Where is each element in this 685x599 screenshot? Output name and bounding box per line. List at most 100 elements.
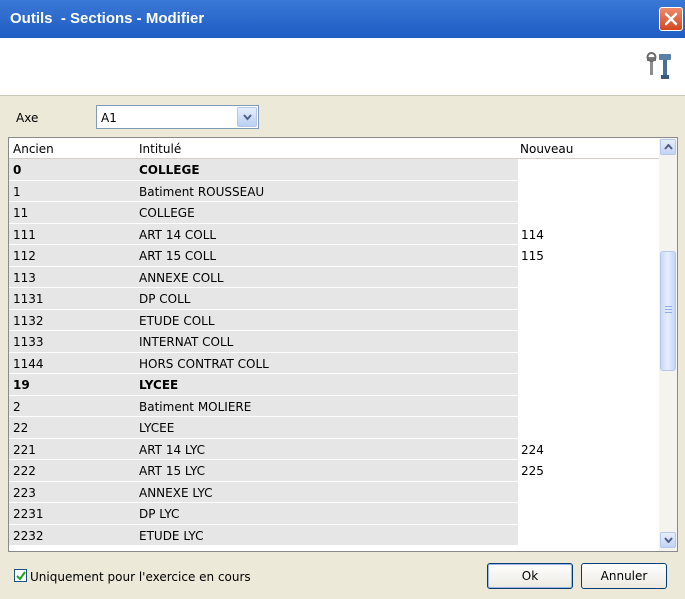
scroll-up-button[interactable] (660, 139, 676, 155)
table-row[interactable]: 1144 HORS CONTRAT COLL (9, 352, 659, 374)
table-row[interactable]: 112 ART 15 COLL 115 (9, 245, 659, 267)
cell-nouveau[interactable] (517, 180, 659, 201)
table-row[interactable]: 0 COLLEGE (9, 159, 659, 181)
table-row[interactable]: 223 ANNEXE LYC (9, 481, 659, 503)
cell-ancien: 2232 (9, 524, 137, 545)
toolbar (0, 38, 685, 96)
cell-nouveau[interactable] (517, 524, 659, 545)
cell-ancien: 113 (9, 266, 137, 287)
cell-nouveau[interactable] (517, 374, 659, 395)
scroll-grip (665, 306, 672, 307)
cell-intitule: LYCEE (137, 374, 517, 395)
table-row[interactable]: 1 Batiment ROUSSEAU (9, 180, 659, 202)
table-row[interactable]: 22 LYCEE (9, 417, 659, 439)
cell-nouveau[interactable] (517, 503, 659, 524)
table-row[interactable]: 1133 INTERNAT COLL (9, 331, 659, 353)
cell-intitule: ETUDE LYC (137, 524, 517, 545)
axe-select-value: A1 (101, 111, 117, 125)
cell-intitule: COLLEGE (137, 159, 517, 180)
cell-nouveau[interactable] (517, 202, 659, 223)
cell-intitule: ANNEXE LYC (137, 481, 517, 502)
chevron-up-icon (664, 144, 673, 150)
axe-label: Axe (16, 111, 39, 125)
table-row[interactable]: 2231 DP LYC (9, 503, 659, 525)
table-row[interactable]: 111 ART 14 COLL 114 (9, 223, 659, 245)
cell-ancien: 1 (9, 180, 137, 201)
cell-nouveau[interactable] (517, 352, 659, 373)
cell-nouveau[interactable]: 225 (517, 460, 659, 481)
table-row[interactable]: 221 ART 14 LYC 224 (9, 438, 659, 460)
grid-header: Ancien Intitulé Nouveau (9, 138, 659, 159)
cell-intitule: HORS CONTRAT COLL (137, 352, 517, 373)
header-ancien[interactable]: Ancien (13, 142, 54, 156)
cell-nouveau[interactable] (517, 417, 659, 438)
cell-intitule: COLLEGE (137, 202, 517, 223)
cell-nouveau[interactable]: 224 (517, 438, 659, 459)
scroll-grip (665, 309, 672, 310)
sections-grid: Ancien Intitulé Nouveau 0 COLLEGE 1 Batimen… (8, 137, 678, 552)
cell-ancien: 221 (9, 438, 137, 459)
table-row[interactable]: 2 Batiment MOLIERE (9, 395, 659, 417)
cell-ancien: 1144 (9, 352, 137, 373)
cell-ancien: 1131 (9, 288, 137, 309)
cancel-button[interactable]: Annuler (581, 563, 667, 589)
scroll-down-button[interactable] (660, 532, 676, 548)
axe-dropdown-button[interactable] (237, 107, 257, 127)
cell-nouveau[interactable] (517, 309, 659, 330)
cell-ancien: 2231 (9, 503, 137, 524)
cell-intitule: ART 14 COLL (137, 223, 517, 244)
cell-ancien: 223 (9, 481, 137, 502)
cell-ancien: 22 (9, 417, 137, 438)
scroll-thumb[interactable] (660, 251, 676, 371)
cell-intitule: ART 15 COLL (137, 245, 517, 266)
table-row[interactable]: 11 COLLEGE (9, 202, 659, 224)
exercise-checkbox[interactable] (14, 569, 27, 582)
table-row[interactable]: 1132 ETUDE COLL (9, 309, 659, 331)
cell-ancien: 112 (9, 245, 137, 266)
cell-nouveau[interactable] (517, 481, 659, 502)
cell-intitule: ART 14 LYC (137, 438, 517, 459)
table-row[interactable]: 19 LYCEE (9, 374, 659, 396)
cell-ancien: 1133 (9, 331, 137, 352)
vertical-scrollbar[interactable] (659, 138, 677, 551)
table-row[interactable]: 2232 ETUDE LYC (9, 524, 659, 546)
cell-intitule: DP LYC (137, 503, 517, 524)
cell-ancien: 11 (9, 202, 137, 223)
chevron-down-icon (243, 114, 252, 121)
header-nouveau[interactable]: Nouveau (520, 142, 573, 156)
cell-nouveau[interactable] (517, 159, 659, 180)
cell-ancien: 19 (9, 374, 137, 395)
close-icon (664, 12, 678, 26)
close-button[interactable] (659, 7, 683, 31)
tools-icon[interactable] (645, 51, 675, 81)
cell-ancien: 222 (9, 460, 137, 481)
chevron-down-icon (664, 537, 673, 543)
cell-ancien: 0 (9, 159, 137, 180)
cell-nouveau[interactable] (517, 266, 659, 287)
cell-intitule: LYCEE (137, 417, 517, 438)
cell-nouveau[interactable]: 115 (517, 245, 659, 266)
cell-nouveau[interactable]: 114 (517, 223, 659, 244)
checkmark-icon (16, 571, 26, 581)
header-intitule[interactable]: Intitulé (139, 142, 181, 156)
title-bar: Outils - Sections - Modifier (0, 0, 685, 38)
cell-ancien: 111 (9, 223, 137, 244)
cell-intitule: Batiment MOLIERE (137, 395, 517, 416)
window-title: Outils - Sections - Modifier (10, 10, 205, 27)
cell-nouveau[interactable] (517, 288, 659, 309)
cell-ancien: 1132 (9, 309, 137, 330)
cell-intitule: INTERNAT COLL (137, 331, 517, 352)
cell-intitule: ART 15 LYC (137, 460, 517, 481)
cell-ancien: 2 (9, 395, 137, 416)
scroll-grip (665, 312, 672, 313)
cell-intitule: ETUDE COLL (137, 309, 517, 330)
ok-button[interactable]: Ok (487, 563, 573, 589)
table-row[interactable]: 222 ART 15 LYC 225 (9, 460, 659, 482)
axe-select[interactable]: A1 (96, 105, 259, 129)
cell-nouveau[interactable] (517, 331, 659, 352)
cell-nouveau[interactable] (517, 395, 659, 416)
exercise-checkbox-label[interactable]: Uniquement pour l'exercice en cours (30, 570, 251, 584)
cell-intitule: Batiment ROUSSEAU (137, 180, 517, 201)
table-row[interactable]: 113 ANNEXE COLL (9, 266, 659, 288)
table-row[interactable]: 1131 DP COLL (9, 288, 659, 310)
